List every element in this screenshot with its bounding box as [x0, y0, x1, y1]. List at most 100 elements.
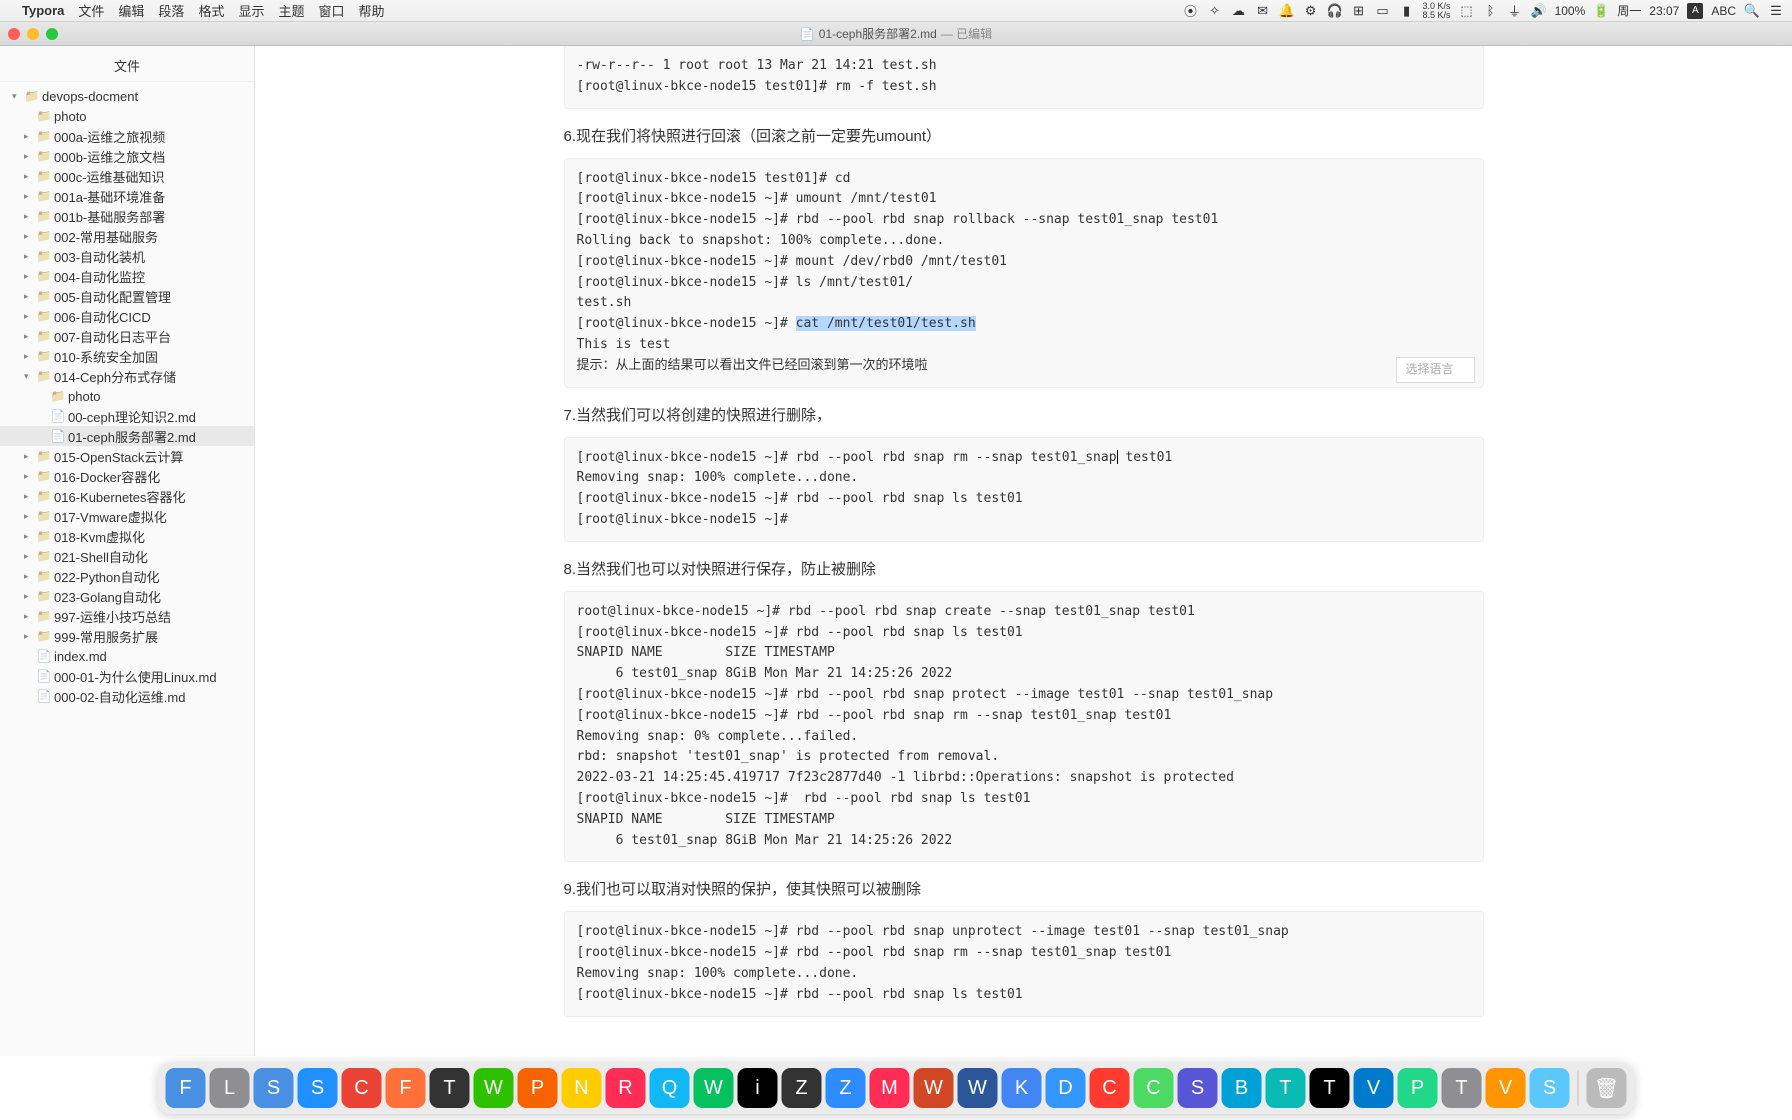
chevron-right-icon[interactable]: ▸: [24, 331, 34, 342]
tree-folder[interactable]: ▸023-Golang自动化: [0, 586, 254, 606]
tree-folder[interactable]: ▸001a-基础环境准备: [0, 186, 254, 206]
menu-help[interactable]: 帮助: [359, 1, 385, 20]
tree-folder[interactable]: ▸010-系统安全加固: [0, 346, 254, 366]
chevron-right-icon[interactable]: ▸: [24, 271, 34, 282]
chevron-right-icon[interactable]: ▸: [24, 611, 34, 622]
dock-app-wechat2[interactable]: W: [694, 1068, 734, 1108]
status-icon[interactable]: ✧: [1207, 3, 1223, 19]
chevron-right-icon[interactable]: ▸: [24, 511, 34, 522]
chevron-right-icon[interactable]: ▸: [24, 531, 34, 542]
tree-folder[interactable]: ▸000a-运维之旅视频: [0, 126, 254, 146]
tree-folder[interactable]: ▸017-Vmware虚拟化: [0, 506, 254, 526]
tree-folder[interactable]: ▸003-自动化装机: [0, 246, 254, 266]
status-chat-icon[interactable]: ✉: [1255, 3, 1271, 19]
dock-app-safari[interactable]: S: [298, 1068, 338, 1108]
code-block[interactable]: [root@linux-bkce-node15 test01]# cd [roo…: [564, 158, 1484, 388]
chevron-right-icon[interactable]: ▸: [24, 211, 34, 222]
menu-file[interactable]: 文件: [78, 1, 104, 20]
heading-7[interactable]: 7.当然我们可以将创建的快照进行删除，: [564, 402, 1484, 429]
status-wifi-icon[interactable]: ⏚: [1507, 3, 1523, 19]
dock-app-shield[interactable]: S: [1178, 1068, 1218, 1108]
tree-folder[interactable]: ▸004-自动化监控: [0, 266, 254, 286]
tree-folder[interactable]: ▸016-Docker容器化: [0, 466, 254, 486]
app-name[interactable]: Typora: [22, 3, 64, 18]
window-minimize-button[interactable]: [27, 28, 39, 40]
tree-file[interactable]: 01-ceph服务部署2.md: [0, 426, 254, 446]
tree-folder[interactable]: ▾014-Ceph分布式存储: [0, 366, 254, 386]
dock-app-vscode[interactable]: V: [1354, 1068, 1394, 1108]
dock-app-iterm[interactable]: i: [738, 1068, 778, 1108]
tree-folder[interactable]: ▸021-Shell自动化: [0, 546, 254, 566]
dock-app-wechat[interactable]: W: [474, 1068, 514, 1108]
heading-8[interactable]: 8.当然我们也可以对快照进行保存，防止被删除: [564, 556, 1484, 583]
dock-app-textedit[interactable]: T: [1442, 1068, 1482, 1108]
chevron-right-icon[interactable]: ▸: [24, 551, 34, 562]
menu-window[interactable]: 窗口: [318, 1, 344, 20]
dock-app-todesk[interactable]: T: [1266, 1068, 1306, 1108]
tree-folder[interactable]: ▸000b-运维之旅文档: [0, 146, 254, 166]
chevron-down-icon[interactable]: ▾: [12, 91, 22, 102]
dock-trash[interactable]: 🗑: [1587, 1068, 1627, 1108]
tree-folder[interactable]: ▸999-常用服务扩展: [0, 626, 254, 646]
tree-file[interactable]: 000-01-为什么使用Linux.md: [0, 666, 254, 686]
tree-folder[interactable]: ▸001b-基础服务部署: [0, 206, 254, 226]
dock-app-music[interactable]: M: [870, 1068, 910, 1108]
dock-app-pycharm[interactable]: P: [1398, 1068, 1438, 1108]
chevron-right-icon[interactable]: ▸: [24, 151, 34, 162]
language-selector[interactable]: 选择语言: [1396, 357, 1474, 382]
code-block[interactable]: [root@linux-bkce-node15 ~]# rbd --pool r…: [564, 911, 1484, 1016]
chevron-right-icon[interactable]: ▸: [24, 191, 34, 202]
tree-folder[interactable]: photo: [0, 106, 254, 126]
dock-app-zoom[interactable]: Z: [826, 1068, 866, 1108]
tree-folder[interactable]: ▸000c-运维基础知识: [0, 166, 254, 186]
status-headphones-icon[interactable]: 🎧: [1327, 3, 1343, 19]
dock-app-calendar[interactable]: C: [1090, 1068, 1130, 1108]
status-bluetooth-icon[interactable]: ᛒ: [1483, 3, 1499, 19]
menu-theme[interactable]: 主题: [278, 1, 304, 20]
tree-file[interactable]: index.md: [0, 646, 254, 666]
tree-folder[interactable]: ▸005-自动化配置管理: [0, 286, 254, 306]
editor-area[interactable]: -rw-r--r-- 1 root root 13 Mar 21 14:21 t…: [255, 46, 1792, 1056]
chevron-right-icon[interactable]: ▸: [24, 311, 34, 322]
chevron-right-icon[interactable]: ▸: [24, 471, 34, 482]
dock-app-launchpad[interactable]: L: [210, 1068, 250, 1108]
tree-folder[interactable]: ▸022-Python自动化: [0, 566, 254, 586]
status-gear-icon[interactable]: ⚙: [1303, 3, 1319, 19]
chevron-right-icon[interactable]: ▸: [24, 231, 34, 242]
dock-app-notes[interactable]: N: [562, 1068, 602, 1108]
dock-app-typora[interactable]: T: [430, 1068, 470, 1108]
chevron-right-icon[interactable]: ▸: [24, 131, 34, 142]
chevron-right-icon[interactable]: ▸: [24, 351, 34, 362]
status-volume-icon[interactable]: 🔊: [1531, 3, 1547, 19]
tree-folder[interactable]: ▸015-OpenStack云计算: [0, 446, 254, 466]
heading-6[interactable]: 6.现在我们将快照进行回滚（回滚之前一定要先umount）: [564, 123, 1484, 150]
status-grid-icon[interactable]: ⊞: [1351, 3, 1367, 19]
dock-app-firefox[interactable]: F: [386, 1068, 426, 1108]
status-cloud-icon[interactable]: ☁: [1231, 3, 1247, 19]
tree-file[interactable]: 00-ceph理论知识2.md: [0, 406, 254, 426]
tree-root[interactable]: ▾ devops-docment: [0, 86, 254, 106]
tree-folder[interactable]: ▸997-运维小技巧总结: [0, 606, 254, 626]
macos-dock[interactable]: FLSSCFTWPNRQWiZZMWWKDCCSBTTVPTVS🗑: [158, 1062, 1635, 1114]
tree-file[interactable]: 000-02-自动化运维.md: [0, 686, 254, 706]
dock-app-reminders[interactable]: R: [606, 1068, 646, 1108]
dock-app-terminal[interactable]: T: [1310, 1068, 1350, 1108]
status-battery-icon[interactable]: 🔋: [1593, 3, 1609, 19]
code-block[interactable]: root@linux-bkce-node15 ~]# rbd --pool rb…: [564, 591, 1484, 863]
status-battery2-icon[interactable]: ▮: [1399, 3, 1415, 19]
status-bell-icon[interactable]: 🔔: [1279, 3, 1295, 19]
chevron-right-icon[interactable]: ▸: [24, 171, 34, 182]
tree-folder[interactable]: ▸016-Kubernetes容器化: [0, 486, 254, 506]
code-block[interactable]: [root@linux-bkce-node15 ~]# rbd --pool r…: [564, 437, 1484, 542]
dock-app-wps-w[interactable]: W: [958, 1068, 998, 1108]
status-controlcenter-icon[interactable]: ☰: [1768, 3, 1784, 19]
chevron-right-icon[interactable]: ▸: [24, 571, 34, 582]
file-sidebar[interactable]: 文件 ▾ devops-docment photo▸000a-运维之旅视频▸00…: [0, 46, 255, 1056]
window-close-button[interactable]: [8, 28, 20, 40]
menu-format[interactable]: 格式: [198, 1, 224, 20]
dock-app-kmail[interactable]: K: [1002, 1068, 1042, 1108]
status-app-icon[interactable]: ⬚: [1459, 3, 1475, 19]
status-screen-icon[interactable]: ▭: [1375, 3, 1391, 19]
tree-folder[interactable]: photo: [0, 386, 254, 406]
chevron-right-icon[interactable]: ▸: [24, 451, 34, 462]
